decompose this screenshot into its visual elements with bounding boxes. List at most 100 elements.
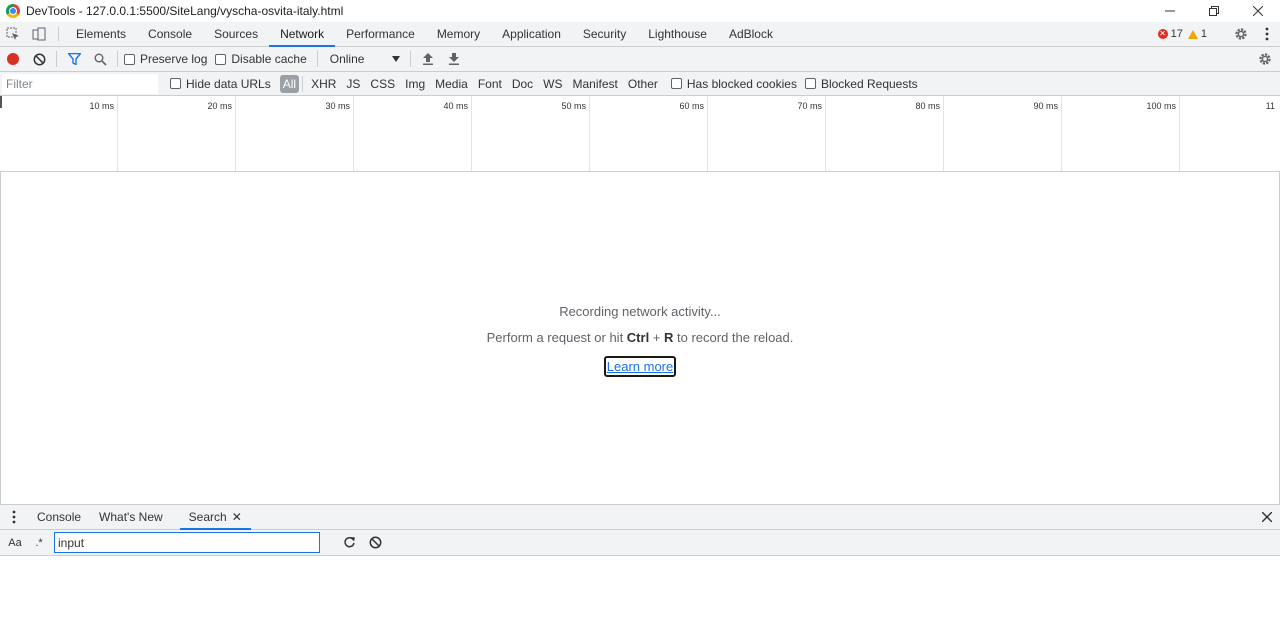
settings-button[interactable] <box>1228 27 1254 41</box>
type-filter-other[interactable]: Other <box>623 75 663 93</box>
search-icon <box>94 53 107 66</box>
toolbar-divider <box>316 51 318 67</box>
timeline-tick: 70 ms <box>708 96 826 171</box>
shortcut-plus: + <box>649 330 665 345</box>
tab-security[interactable]: Security <box>572 22 637 46</box>
device-toolbar-button[interactable] <box>26 22 52 46</box>
type-filter-img[interactable]: Img <box>400 75 430 93</box>
shortcut-key-ctrl: Ctrl <box>626 330 650 345</box>
tab-elements[interactable]: Elements <box>65 22 137 46</box>
tab-adblock[interactable]: AdBlock <box>718 22 784 46</box>
shortcut-key-r: R <box>664 330 674 345</box>
filter-bar: Hide data URLs All XHR JS CSS Img Media … <box>0 72 1280 96</box>
chrome-logo-icon <box>6 4 20 18</box>
tick-label: 70 ms <box>797 101 822 111</box>
timeline-tick: 80 ms <box>826 96 944 171</box>
checkbox-box[interactable] <box>670 78 682 89</box>
checkbox-box[interactable] <box>170 78 181 89</box>
preserve-log-checkbox[interactable]: Preserve log <box>124 52 207 66</box>
timeline-tick: 20 ms <box>118 96 236 171</box>
type-filter-xhr[interactable]: XHR <box>306 75 341 93</box>
vertical-dots-icon <box>12 510 16 524</box>
has-blocked-cookies-checkbox[interactable]: Has blocked cookies <box>670 77 797 91</box>
hide-data-urls-checkbox[interactable]: Hide data URLs <box>170 77 271 91</box>
type-filter-media[interactable]: Media <box>430 75 473 93</box>
close-window-button[interactable] <box>1236 0 1280 22</box>
timeline-tick: 11 <box>1180 96 1278 171</box>
filter-toggle-button[interactable] <box>61 47 87 71</box>
type-filter-ws[interactable]: WS <box>538 75 567 93</box>
minimize-button[interactable] <box>1148 0 1192 22</box>
restore-icon <box>1209 6 1219 16</box>
search-button[interactable] <box>87 47 113 71</box>
gear-icon <box>1235 28 1247 40</box>
more-options-button[interactable] <box>1254 27 1280 41</box>
blocked-requests-checkbox[interactable]: Blocked Requests <box>804 77 918 91</box>
toolbar-divider <box>409 51 411 67</box>
dropdown-arrow-icon <box>391 56 400 62</box>
network-request-pane: Recording network activity... Perform a … <box>0 172 1280 504</box>
clear-button[interactable] <box>26 47 52 71</box>
refresh-search-button[interactable] <box>336 531 362 555</box>
drawer-tab-bar: Console What's New Search ✕ <box>0 504 1280 530</box>
search-input[interactable] <box>54 532 320 553</box>
network-toolbar: Preserve log Disable cache Online <box>0 47 1280 72</box>
tab-memory[interactable]: Memory <box>426 22 491 46</box>
tick-label: 80 ms <box>915 101 940 111</box>
network-overview-timeline[interactable]: 10 ms 20 ms 30 ms 40 ms 50 ms 60 ms 70 m… <box>0 96 1280 172</box>
main-tab-bar: Elements Console Sources Network Perform… <box>0 22 1280 47</box>
close-drawer-button[interactable] <box>1262 505 1272 529</box>
issues-counter[interactable]: ✕ 17 1 <box>1157 28 1207 40</box>
match-case-toggle[interactable]: Aa <box>4 532 26 554</box>
timeline-tick: 10 ms <box>0 96 118 171</box>
drawer-tab-search[interactable]: Search ✕ <box>179 505 251 530</box>
import-har-button[interactable] <box>415 47 441 71</box>
search-toolbar: Aa .* <box>0 530 1280 556</box>
drawer-tab-whats-new[interactable]: What's New <box>90 505 172 529</box>
inspect-element-button[interactable] <box>0 22 26 46</box>
checkbox-box[interactable] <box>124 53 135 65</box>
type-filter-js[interactable]: JS <box>341 75 365 93</box>
type-filter-css[interactable]: CSS <box>365 75 400 93</box>
type-filter-manifest[interactable]: Manifest <box>568 75 623 93</box>
reload-hint: Perform a request or hit Ctrl + R to rec… <box>1 330 1279 348</box>
reload-hint-suffix: to record the reload. <box>673 330 794 345</box>
close-tab-icon[interactable]: ✕ <box>232 510 242 524</box>
recording-message: Recording network activity... <box>559 304 721 319</box>
tick-label: 40 ms <box>443 101 468 111</box>
regex-toggle[interactable]: .* <box>28 532 50 554</box>
record-button[interactable] <box>0 47 26 71</box>
empty-state: Recording network activity... Perform a … <box>1 304 1279 377</box>
learn-more-link[interactable]: Learn more <box>603 356 677 377</box>
filter-input[interactable] <box>2 73 158 94</box>
type-filter-doc[interactable]: Doc <box>507 75 538 93</box>
hide-data-urls-label: Hide data URLs <box>186 76 271 91</box>
type-filter-font[interactable]: Font <box>473 75 507 93</box>
download-icon <box>448 53 459 65</box>
checkbox-box[interactable] <box>215 53 227 65</box>
tab-sources[interactable]: Sources <box>203 22 269 46</box>
close-icon <box>1262 512 1272 522</box>
disable-cache-checkbox[interactable]: Disable cache <box>215 52 307 66</box>
type-filter-all[interactable]: All <box>279 74 300 93</box>
timeline-tick: 50 ms <box>472 96 590 171</box>
drawer-menu-button[interactable] <box>0 505 28 529</box>
checkbox-box[interactable] <box>804 78 816 89</box>
drawer-tab-label: Console <box>37 510 82 524</box>
throttling-select[interactable]: Online <box>322 52 406 66</box>
restore-button[interactable] <box>1192 0 1236 22</box>
tab-console[interactable]: Console <box>137 22 203 46</box>
device-icon <box>32 27 46 41</box>
drawer-tab-label: What's New <box>99 510 163 524</box>
network-settings-button[interactable] <box>1252 47 1278 71</box>
tab-performance[interactable]: Performance <box>335 22 426 46</box>
tick-label: 30 ms <box>325 101 350 111</box>
tab-application[interactable]: Application <box>491 22 572 46</box>
tab-network[interactable]: Network <box>269 22 336 47</box>
drawer-tab-console[interactable]: Console <box>28 505 90 529</box>
refresh-icon <box>343 536 355 548</box>
tick-label: 60 ms <box>679 101 704 111</box>
export-har-button[interactable] <box>441 47 467 71</box>
clear-search-button[interactable] <box>362 531 388 555</box>
tab-lighthouse[interactable]: Lighthouse <box>637 22 718 46</box>
